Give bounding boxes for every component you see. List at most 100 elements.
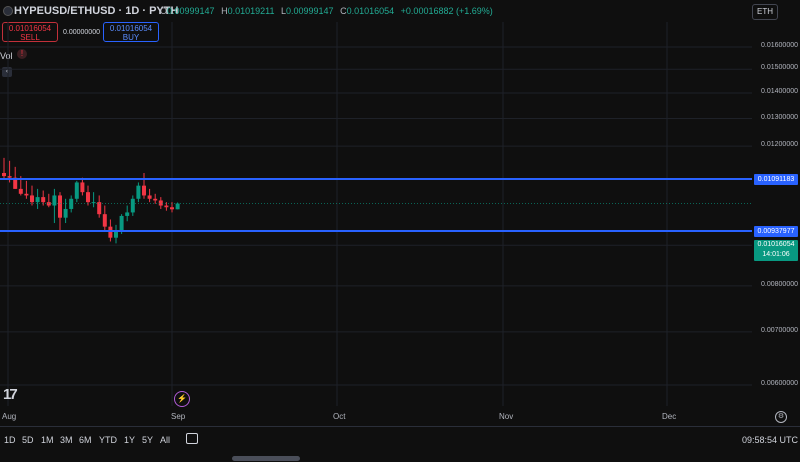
- symbol-title[interactable]: HYPEUSD/ETHUSD · 1D · PYTH: [14, 5, 178, 17]
- candle-body: [18, 188, 23, 194]
- candle: [41, 190, 46, 206]
- symbol-icon[interactable]: [3, 6, 13, 16]
- candle-body: [175, 203, 180, 210]
- candle-body: [35, 197, 40, 203]
- open-value: 0.00999147: [167, 6, 215, 16]
- candle: [24, 180, 29, 199]
- range-button-6m[interactable]: 6M: [79, 435, 92, 445]
- time-label-aug: Aug: [2, 412, 17, 421]
- candle: [63, 198, 68, 224]
- close-key: C: [340, 6, 347, 16]
- high-value: 0.01019211: [227, 6, 275, 16]
- candle-body: [52, 195, 57, 206]
- candle: [136, 182, 141, 203]
- horizontal-scrollbar[interactable]: [232, 456, 300, 461]
- candle: [30, 185, 34, 206]
- candle-body: [153, 198, 158, 201]
- candle-body: [102, 214, 107, 227]
- price-scale-label: 0.01400000: [761, 88, 798, 96]
- candle: [58, 192, 62, 231]
- tradingview-logo[interactable]: 17: [3, 386, 18, 403]
- price-chart[interactable]: [0, 22, 752, 406]
- candle-body: [97, 202, 102, 215]
- range-button-1y[interactable]: 1Y: [124, 435, 135, 445]
- candle-body: [58, 195, 62, 218]
- bottom-toolbar: 1D 5D 1M 3M 6M YTD 1Y 5Y All 09:58:54 UT…: [0, 426, 800, 453]
- ohlc-readout: O0.00999147 H0.01019211 L0.00999147 C0.0…: [160, 6, 497, 16]
- low-value: 0.00999147: [286, 6, 334, 16]
- candle-body: [108, 226, 113, 238]
- candle: [125, 205, 130, 222]
- range-button-3m[interactable]: 3M: [60, 435, 73, 445]
- lower-level-line[interactable]: [0, 230, 752, 233]
- range-button-5y[interactable]: 5Y: [142, 435, 153, 445]
- price-scale-label: 0.00700000: [761, 326, 798, 334]
- candle-body: [63, 208, 68, 218]
- candle: [46, 193, 51, 208]
- candle: [74, 180, 79, 203]
- candle: [86, 185, 90, 206]
- candle: [52, 188, 57, 224]
- bar-countdown: 14:01:06: [762, 251, 790, 258]
- candle-body: [142, 185, 146, 196]
- price-scale-label: 0.01500000: [761, 64, 798, 72]
- current-price-value: 0.01016054: [757, 241, 795, 248]
- open-key: O: [160, 6, 168, 16]
- upper-level-line[interactable]: [0, 177, 752, 180]
- candle-body: [41, 197, 46, 203]
- candle-body: [170, 207, 174, 210]
- upper-level-label: 0.01091183: [754, 173, 798, 185]
- candle: [147, 188, 152, 203]
- utc-clock[interactable]: 09:58:54 UTC: [742, 435, 798, 445]
- change-value: +0.00016882 (+1.69%): [400, 6, 493, 16]
- candle: [97, 195, 102, 218]
- gear-icon[interactable]: ⚙: [775, 411, 787, 423]
- candle-body: [91, 202, 96, 204]
- range-button-1m[interactable]: 1M: [41, 435, 54, 445]
- range-button-ytd[interactable]: YTD: [99, 435, 117, 445]
- candle: [130, 195, 135, 216]
- currency-button[interactable]: ETH: [752, 4, 778, 20]
- price-scale[interactable]: 0.01600000 0.01500000 0.01400000 0.01300000…: [752, 22, 800, 402]
- candle: [158, 197, 163, 209]
- time-label-sep: Sep: [171, 412, 186, 421]
- current-price-label: 0.01016054 14:01:06: [754, 240, 798, 261]
- candle: [2, 157, 6, 180]
- chart-header: HYPEUSD/ETHUSD · 1D · PYTH O0.00999147 H…: [0, 0, 800, 22]
- high-key: H: [221, 6, 228, 16]
- lower-level-label: 0.00937977: [754, 226, 798, 238]
- candle: [69, 195, 74, 213]
- candle-body: [136, 185, 141, 199]
- price-scale-label: 0.01300000: [761, 113, 798, 121]
- candle-body: [130, 198, 135, 213]
- candle-body: [30, 195, 34, 203]
- range-button-5d[interactable]: 5D: [22, 435, 34, 445]
- chart-grid: [0, 22, 752, 406]
- candle-body: [2, 173, 6, 177]
- calendar-icon[interactable]: [186, 433, 198, 444]
- candle-body: [80, 182, 85, 193]
- price-scale-label: 0.01200000: [761, 141, 798, 149]
- price-scale-label: 0.00800000: [761, 280, 798, 288]
- candle-body: [74, 182, 79, 199]
- close-value: 0.01016054: [346, 6, 395, 16]
- candle: [102, 205, 107, 231]
- range-button-1d[interactable]: 1D: [4, 435, 16, 445]
- lightning-icon[interactable]: ⚡: [174, 391, 190, 407]
- time-label-nov: Nov: [499, 412, 514, 421]
- candle: [35, 188, 40, 209]
- candle: [170, 202, 174, 213]
- range-button-all[interactable]: All: [160, 435, 170, 445]
- candle: [153, 193, 158, 204]
- candle-body: [119, 215, 124, 231]
- time-label-dec: Dec: [662, 412, 677, 421]
- candle: [114, 224, 118, 244]
- candle-body: [164, 205, 169, 208]
- candle-body: [158, 200, 163, 206]
- candle-body: [24, 193, 29, 196]
- time-label-oct: Oct: [333, 412, 346, 421]
- candle: [80, 177, 85, 196]
- candle-body: [147, 195, 152, 199]
- candle-body: [46, 202, 51, 206]
- candle: [142, 173, 146, 199]
